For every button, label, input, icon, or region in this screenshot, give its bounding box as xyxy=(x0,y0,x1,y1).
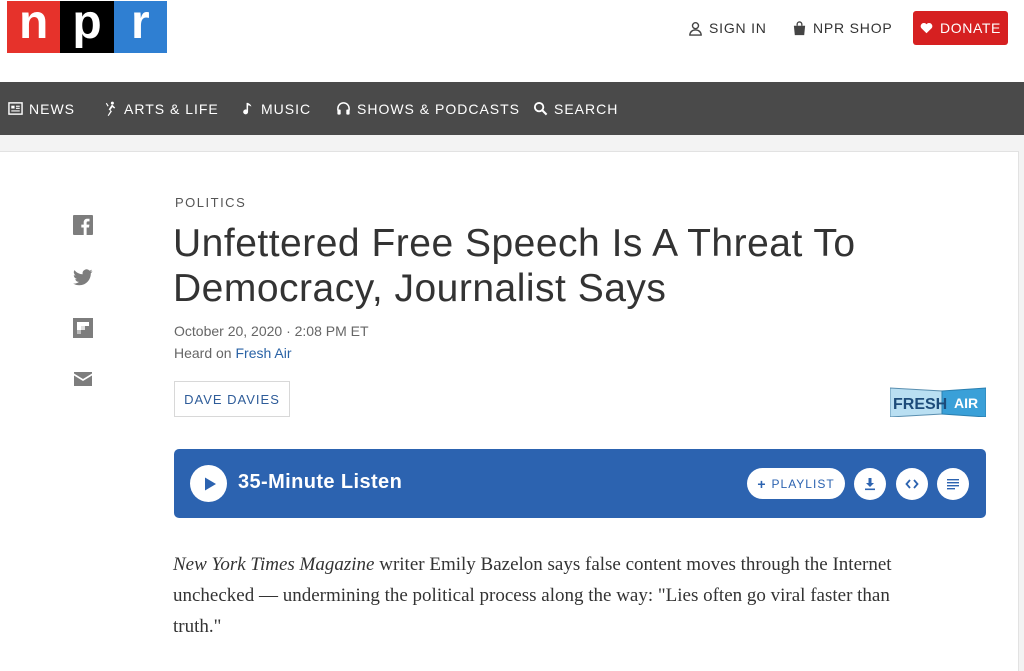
nav-item-arts-life[interactable]: ARTS & LIFE xyxy=(103,82,219,135)
email-icon xyxy=(74,372,92,386)
fresh-air-logo-word-1: FRESH xyxy=(893,396,947,413)
fresh-air-logo-word-2: AIR xyxy=(954,395,978,411)
music-note-icon xyxy=(243,102,252,115)
article-title: Unfettered Free Speech Is A Threat To De… xyxy=(173,222,856,310)
fresh-air-logo[interactable]: FRESH AIR xyxy=(889,386,987,418)
heard-on: Heard on Fresh Air xyxy=(174,345,292,361)
top-header: n p r SIGN IN NPR SHOP DONATE xyxy=(0,0,1024,82)
search-icon xyxy=(533,101,548,116)
audio-player: 35-Minute Listen + PLAYLIST xyxy=(174,449,986,518)
arts-dancer-icon xyxy=(105,101,116,116)
share-facebook[interactable] xyxy=(73,215,93,235)
news-icon xyxy=(8,102,23,115)
share-flipboard[interactable] xyxy=(73,318,93,338)
nav-search-label: SEARCH xyxy=(554,100,619,117)
flipboard-icon xyxy=(73,318,93,338)
playlist-label: PLAYLIST xyxy=(771,476,835,491)
nav-item-shows-podcasts[interactable]: SHOWS & PODCASTS xyxy=(336,82,520,135)
transcript-button[interactable] xyxy=(937,468,969,500)
sign-in-link[interactable]: SIGN IN xyxy=(688,18,767,38)
heart-icon xyxy=(920,22,933,34)
nav-shows-podcasts-label: SHOWS & PODCASTS xyxy=(357,100,521,117)
section-slug[interactable]: POLITICS xyxy=(175,195,246,210)
headphones-icon xyxy=(337,102,350,115)
share-email[interactable] xyxy=(73,369,93,389)
donate-label: DONATE xyxy=(940,20,1001,36)
nav-arts-life-label: ARTS & LIFE xyxy=(124,100,219,117)
article-teaser: New York Times Magazine writer Emily Baz… xyxy=(173,549,893,642)
nav-news-label: NEWS xyxy=(29,100,75,117)
logo-letter-p: p xyxy=(60,0,114,53)
author-byline-button[interactable]: DAVE DAVIES xyxy=(174,381,290,417)
nav-item-search[interactable]: SEARCH xyxy=(533,82,618,135)
add-to-playlist-button[interactable]: + PLAYLIST xyxy=(747,468,845,499)
sign-in-label: SIGN IN xyxy=(709,20,767,36)
npr-logo[interactable]: n p r xyxy=(7,0,167,53)
shopping-bag-icon xyxy=(793,20,806,35)
main-nav: NEWS ARTS & LIFE MUSIC SHOWS & PODCASTS … xyxy=(0,82,1024,135)
download-icon xyxy=(865,478,875,491)
donate-button[interactable]: DONATE xyxy=(913,11,1008,45)
share-twitter[interactable] xyxy=(73,267,93,287)
logo-letter-r: r xyxy=(113,0,167,53)
play-button[interactable] xyxy=(190,465,227,502)
embed-button[interactable] xyxy=(896,468,928,500)
npr-shop-label: NPR SHOP xyxy=(813,20,893,36)
embed-code-icon xyxy=(905,479,919,489)
facebook-icon xyxy=(73,215,93,235)
nav-item-news[interactable]: NEWS xyxy=(8,82,75,135)
transcript-lines-icon xyxy=(947,479,959,490)
logo-letter-n: n xyxy=(7,0,61,53)
fresh-air-link[interactable]: Fresh Air xyxy=(235,345,291,361)
nav-item-music[interactable]: MUSIC xyxy=(240,82,311,135)
nav-music-label: MUSIC xyxy=(261,100,312,117)
user-icon xyxy=(689,21,702,36)
publication-name: New York Times Magazine xyxy=(173,554,375,575)
plus-icon: + xyxy=(757,475,767,492)
play-icon xyxy=(205,477,216,490)
npr-shop-link[interactable]: NPR SHOP xyxy=(792,18,893,38)
listen-duration: 35-Minute Listen xyxy=(238,471,403,493)
download-button[interactable] xyxy=(854,468,886,500)
twitter-icon xyxy=(73,269,93,286)
article-date: October 20, 2020 · 2:08 PM ET xyxy=(174,323,369,339)
heard-on-prefix: Heard on xyxy=(174,345,236,361)
